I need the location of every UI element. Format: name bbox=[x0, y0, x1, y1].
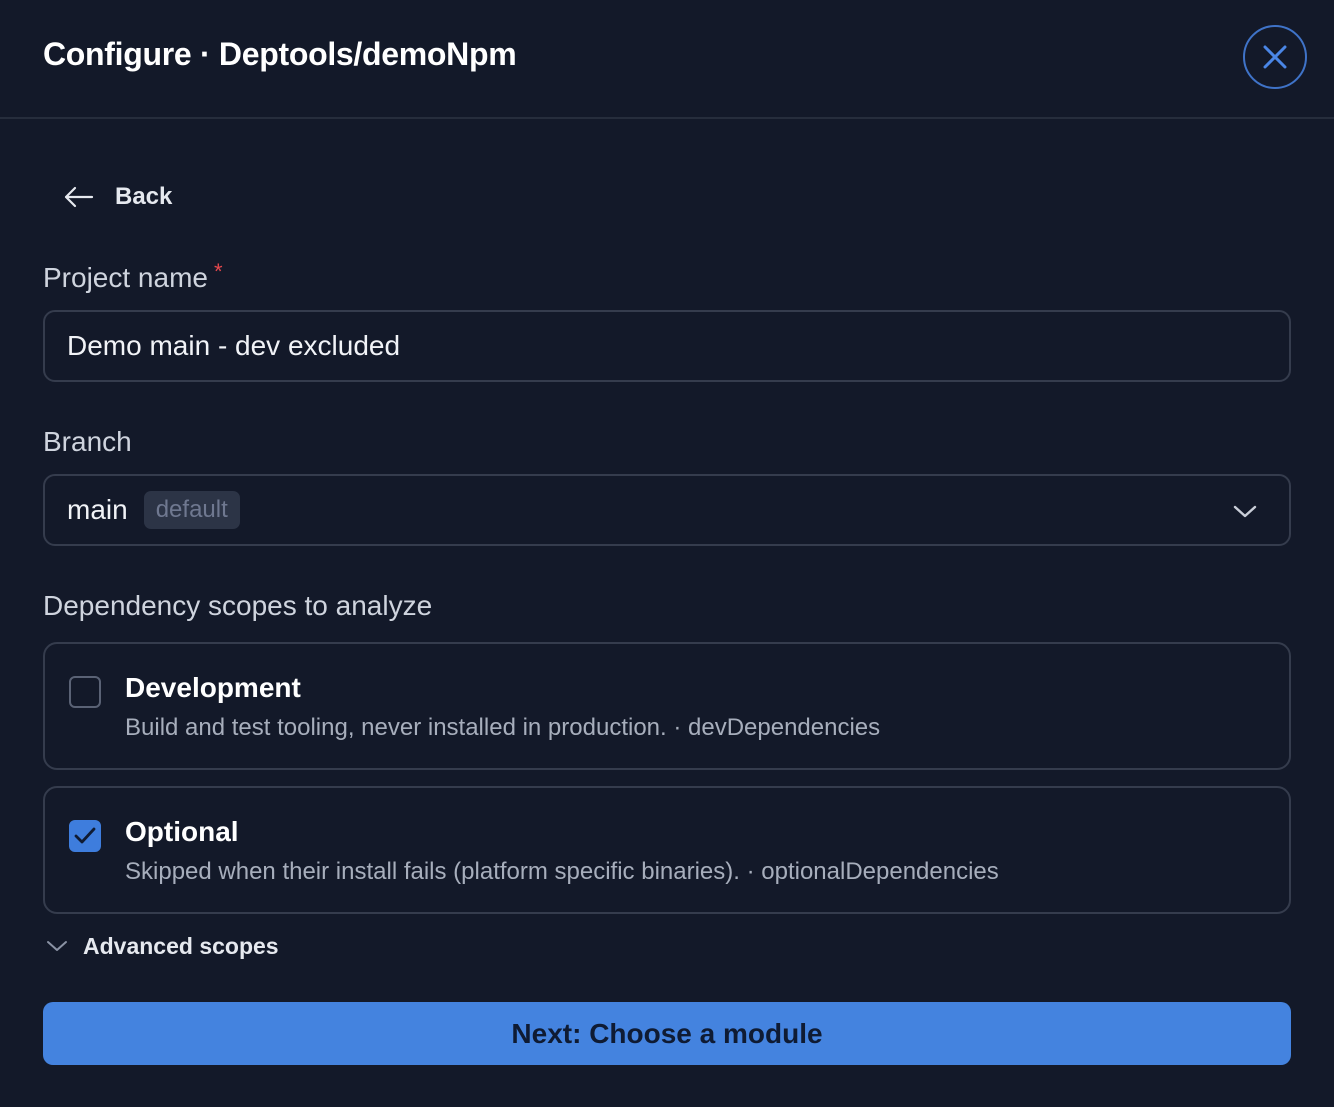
required-marker: * bbox=[213, 259, 223, 284]
scope-description: Skipped when their install fails (platfo… bbox=[125, 858, 999, 885]
close-button[interactable] bbox=[1243, 25, 1307, 89]
scope-optional[interactable]: Optional Skipped when their install fail… bbox=[43, 786, 1291, 914]
advanced-scopes-toggle[interactable]: Advanced scopes bbox=[46, 930, 279, 962]
scope-development[interactable]: Development Build and test tooling, neve… bbox=[43, 642, 1291, 770]
scope-description: Build and test tooling, never installed … bbox=[125, 714, 881, 741]
arrow-left-icon bbox=[62, 185, 94, 209]
check-icon bbox=[74, 827, 96, 844]
scopes-label: Dependency scopes to analyze bbox=[43, 590, 433, 621]
default-badge: default bbox=[143, 491, 240, 529]
close-icon bbox=[1263, 45, 1287, 69]
branch-value: main bbox=[67, 494, 128, 525]
next-button-label: Next: Choose a module bbox=[511, 1017, 823, 1049]
next-button[interactable]: Next: Choose a module bbox=[43, 1002, 1291, 1065]
project-name-label: Project name * bbox=[43, 259, 223, 293]
project-name-value: Demo main - dev excluded bbox=[67, 330, 401, 361]
scope-title: Optional bbox=[125, 816, 239, 847]
advanced-scopes-label: Advanced scopes bbox=[83, 932, 279, 959]
chevron-down-icon bbox=[1231, 500, 1259, 522]
chevron-down-icon bbox=[46, 939, 68, 953]
back-button[interactable]: Back bbox=[62, 178, 172, 216]
development-checkbox[interactable] bbox=[69, 676, 101, 708]
scope-title: Development bbox=[125, 672, 301, 703]
optional-checkbox[interactable] bbox=[69, 820, 101, 852]
branch-label: Branch bbox=[43, 426, 132, 457]
project-name-input[interactable]: Demo main - dev excluded bbox=[43, 310, 1291, 382]
branch-select[interactable]: main default bbox=[43, 474, 1291, 546]
dialog-header: Configure · Deptools/demoNpm bbox=[0, 0, 1334, 119]
back-label: Back bbox=[115, 183, 173, 210]
dialog-title: Configure · Deptools/demoNpm bbox=[43, 36, 517, 72]
